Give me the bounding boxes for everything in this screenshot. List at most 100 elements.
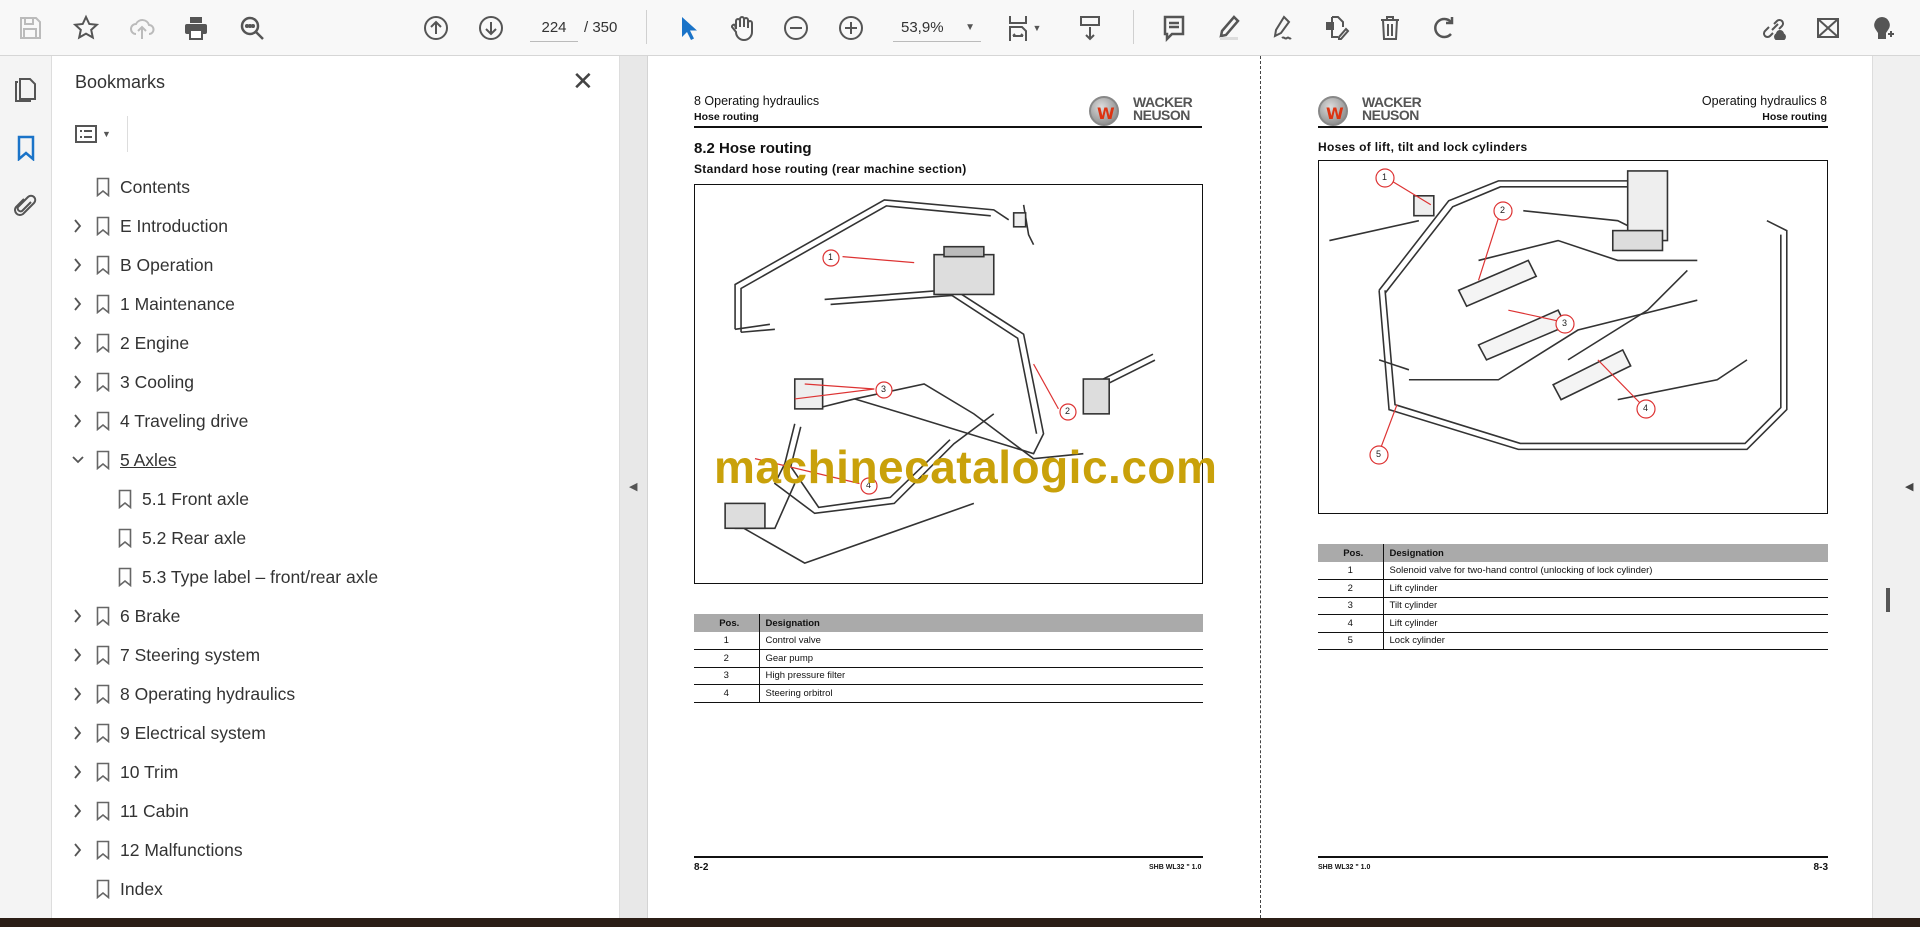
bookmark-item[interactable]: 5.3 Type label – front/rear axle — [52, 558, 620, 597]
attachments-icon[interactable] — [12, 192, 40, 220]
print-icon[interactable] — [180, 12, 212, 44]
bookmark-icon — [96, 645, 110, 666]
scrollbar-thumb[interactable] — [1886, 588, 1890, 612]
table-row: 2 Gear pump — [694, 649, 1203, 668]
chevron-right-icon[interactable] — [71, 763, 87, 781]
bookmark-item[interactable]: 7 Steering system — [52, 636, 620, 675]
chevron-right-icon[interactable] — [71, 373, 87, 391]
callout-5: 5 — [1376, 449, 1382, 459]
delete-icon[interactable] — [1374, 12, 1406, 44]
pos-cell: 2 — [694, 649, 760, 668]
page-down-icon[interactable] — [475, 12, 507, 44]
chevron-right-icon[interactable] — [71, 217, 87, 235]
designation-cell: Lift cylinder — [1383, 579, 1828, 598]
bookmark-label: 7 Steering system — [120, 645, 261, 665]
bookmark-item[interactable]: 1 Maintenance — [52, 285, 620, 324]
pos-cell: 5 — [1318, 632, 1384, 650]
bookmark-item[interactable]: 11 Cabin — [52, 792, 620, 831]
callout-1: 1 — [1382, 172, 1388, 182]
chevron-down-icon: ▼ — [102, 129, 111, 139]
sign-icon[interactable] — [1266, 12, 1298, 44]
designation-cell: Steering orbitrol — [759, 684, 1203, 703]
scroll-mode-icon[interactable] — [1074, 12, 1106, 44]
chevron-right-icon[interactable] — [71, 334, 87, 352]
highlight-icon[interactable] — [1212, 12, 1244, 44]
chevron-right-icon[interactable] — [71, 685, 87, 703]
bookmark-icon — [96, 177, 110, 198]
bookmark-item[interactable]: Index — [52, 870, 620, 909]
bookmark-label: 11 Cabin — [120, 801, 189, 821]
bookmarks-icon[interactable] — [12, 134, 40, 162]
chevron-down-icon: ▼ — [965, 22, 975, 33]
email-icon[interactable] — [1812, 12, 1844, 44]
cloud-upload-icon[interactable] — [126, 12, 158, 44]
pages-icon[interactable] — [12, 76, 40, 104]
bookmark-item[interactable]: 10 Trim — [52, 753, 620, 792]
bookmark-item[interactable]: 3 Cooling — [52, 363, 620, 402]
callout-2: 2 — [1500, 205, 1506, 215]
chevron-right-icon[interactable] — [71, 841, 87, 859]
zoom-out-icon[interactable] — [780, 12, 812, 44]
expand-right-panel-icon[interactable]: ◀ — [1905, 480, 1913, 493]
rotate-icon[interactable] — [1428, 12, 1460, 44]
chevron-right-icon[interactable] — [71, 646, 87, 664]
left-nav-rail — [0, 56, 52, 918]
add-user-icon[interactable] — [1866, 12, 1898, 44]
zoom-select[interactable]: 53,9% ▼ — [893, 14, 981, 42]
bookmark-icon — [96, 879, 110, 900]
zoom-in-icon[interactable] — [835, 12, 867, 44]
hand-icon[interactable] — [726, 12, 758, 44]
chevron-right-icon[interactable] — [71, 295, 87, 313]
list-options-icon — [75, 125, 97, 143]
designation-cell: Solenoid valve for two-hand control (unl… — [1383, 562, 1828, 580]
save-icon[interactable] — [14, 12, 46, 44]
close-icon[interactable]: ✕ — [572, 68, 594, 94]
comment-icon[interactable] — [1158, 12, 1190, 44]
bookmark-item[interactable]: 9 Electrical system — [52, 714, 620, 753]
bookmark-label: 2 Engine — [120, 333, 190, 353]
fit-dropdown-icon[interactable]: ▼ — [1030, 12, 1044, 44]
bookmark-icon — [96, 372, 110, 393]
bookmark-item[interactable]: 6 Brake — [52, 597, 620, 636]
bookmark-item[interactable]: 4 Traveling drive — [52, 402, 620, 441]
share-link-icon[interactable] — [1758, 12, 1790, 44]
bookmark-item[interactable]: 12 Malfunctions — [52, 831, 620, 870]
page-up-icon[interactable] — [420, 12, 452, 44]
taskbar-edge — [0, 918, 1920, 927]
bookmark-star-icon[interactable] — [70, 12, 102, 44]
table-row: 1 Control valve — [694, 632, 1203, 650]
cylinder-hoses-diagram: 1 2 3 4 5 — [1318, 160, 1828, 514]
col-header-designation: Designation — [759, 614, 1203, 632]
edit-pdf-icon[interactable] — [1320, 12, 1352, 44]
bookmark-item[interactable]: Contents — [52, 168, 620, 207]
chevron-right-icon[interactable] — [71, 256, 87, 274]
bookmark-item[interactable]: 2 Engine — [52, 324, 620, 363]
chevron-right-icon[interactable] — [71, 802, 87, 820]
bookmark-icon — [96, 450, 110, 471]
bookmark-item[interactable]: B Operation — [52, 246, 620, 285]
bookmark-icon — [96, 723, 110, 744]
callout-3: 3 — [881, 384, 887, 394]
chevron-right-icon[interactable] — [71, 607, 87, 625]
bookmark-label: B Operation — [120, 255, 214, 275]
panel-collapse-handle[interactable]: ◀ — [620, 56, 648, 918]
chevron-down-icon[interactable] — [71, 451, 87, 469]
select-cursor-icon[interactable] — [672, 12, 704, 44]
chevron-right-icon[interactable] — [71, 724, 87, 742]
bookmark-item[interactable]: E Introduction — [52, 207, 620, 246]
designation-cell: Tilt cylinder — [1383, 597, 1828, 615]
bookmark-options-button[interactable]: ▼ — [74, 120, 118, 148]
page-number-input[interactable]: 224 — [530, 14, 578, 42]
page-total: / 350 — [584, 19, 618, 36]
bookmark-icon — [96, 606, 110, 627]
bookmark-item[interactable]: 5.1 Front axle — [52, 480, 620, 519]
bookmark-item[interactable]: 5 Axles — [52, 441, 620, 480]
designation-cell: High pressure filter — [759, 667, 1203, 685]
chevron-right-icon[interactable] — [71, 412, 87, 430]
bookmark-item[interactable]: 5.2 Rear axle — [52, 519, 620, 558]
search-zoom-icon[interactable] — [236, 12, 268, 44]
bookmark-label: 3 Cooling — [120, 372, 194, 392]
watermark: machinecatalogic.com — [714, 441, 1218, 493]
pos-cell: 4 — [1318, 614, 1384, 633]
bookmark-item[interactable]: 8 Operating hydraulics — [52, 675, 620, 714]
